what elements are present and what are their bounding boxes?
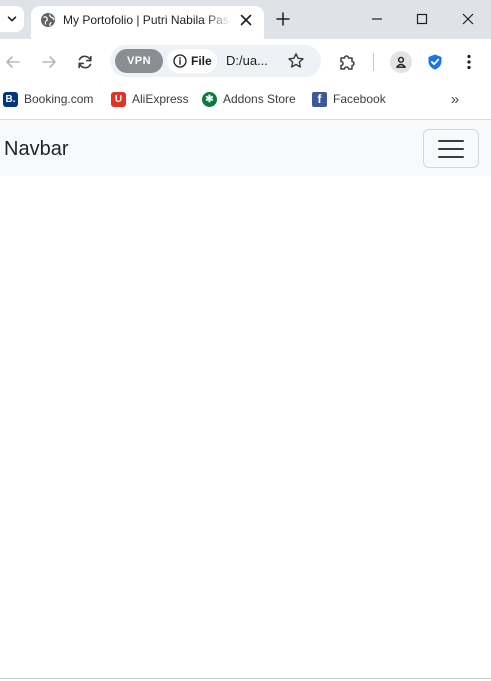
page-viewport: Navbar: [0, 120, 491, 678]
profile-button[interactable]: [390, 51, 412, 73]
navbar-brand[interactable]: Navbar: [4, 137, 68, 161]
shield-icon: [428, 54, 442, 70]
chevron-down-icon: [7, 16, 17, 22]
maximize-icon: [416, 13, 428, 25]
browser-toolbar: VPN File D:/ua...: [0, 39, 491, 83]
bookmark-facebook[interactable]: f Facebook: [312, 91, 386, 107]
close-icon: [462, 13, 474, 25]
tab-title: My Portofolio | Putri Nabila Pasaribu: [63, 13, 231, 27]
bookmark-addons-store[interactable]: ✱ Addons Store: [202, 91, 296, 107]
addons-store-icon: ✱: [202, 91, 217, 107]
vpn-toggle[interactable]: VPN: [115, 49, 163, 73]
back-button[interactable]: [2, 51, 24, 73]
navbar-toggler-button[interactable]: [423, 129, 479, 168]
puzzle-icon: [340, 55, 355, 70]
navbar: Navbar: [0, 120, 491, 176]
bookmark-aliexpress[interactable]: U AliExpress: [111, 91, 189, 107]
globe-icon: [40, 12, 56, 28]
shield-extension-button[interactable]: [424, 51, 446, 73]
extensions-button[interactable]: [336, 51, 358, 73]
info-icon: [173, 54, 187, 68]
forward-button[interactable]: [38, 51, 60, 73]
kebab-menu-icon: [467, 54, 471, 70]
booking-icon: B.: [3, 91, 18, 107]
vpn-label: VPN: [126, 55, 152, 67]
toolbar-divider: [373, 53, 374, 71]
site-info-label: File: [191, 54, 212, 68]
minimize-button[interactable]: [364, 6, 390, 32]
reload-icon: [78, 55, 92, 69]
bookmark-label: Facebook: [333, 92, 386, 106]
active-tab[interactable]: My Portofolio | Putri Nabila Pasaribu: [31, 6, 264, 39]
reload-button[interactable]: [74, 51, 96, 73]
menu-button[interactable]: [458, 51, 480, 73]
url-text[interactable]: D:/ua...: [226, 53, 268, 68]
tab-search-button[interactable]: [0, 6, 24, 32]
facebook-icon: f: [312, 91, 327, 107]
bookmarks-overflow-button[interactable]: »: [446, 89, 464, 109]
address-bar[interactable]: VPN File D:/ua...: [110, 45, 321, 77]
bookmark-star-button[interactable]: [286, 51, 306, 71]
bookmark-booking[interactable]: B. Booking.com: [3, 91, 93, 107]
bookmark-label: Booking.com: [24, 92, 94, 106]
minimize-icon: [372, 18, 382, 20]
close-window-button[interactable]: [455, 6, 481, 32]
arrow-left-icon: [6, 56, 20, 68]
person-icon: [396, 56, 406, 68]
bookmark-label: Addons Store: [223, 92, 296, 106]
site-info-button[interactable]: File: [167, 49, 217, 73]
aliexpress-icon: U: [111, 91, 126, 107]
tab-strip: My Portofolio | Putri Nabila Pasaribu: [0, 0, 491, 39]
close-icon: [240, 14, 252, 26]
new-tab-button[interactable]: [273, 9, 293, 29]
bookmarks-bar: B. Booking.com U AliExpress ✱ Addons Sto…: [0, 83, 491, 115]
bookmark-label: AliExpress: [132, 92, 189, 106]
window-bottom-edge: [0, 678, 491, 679]
arrow-right-icon: [42, 56, 56, 68]
close-tab-button[interactable]: [237, 11, 255, 29]
star-icon: [288, 53, 304, 68]
hamburger-icon: [438, 139, 464, 158]
maximize-button[interactable]: [409, 6, 435, 32]
plus-icon: [276, 12, 290, 26]
